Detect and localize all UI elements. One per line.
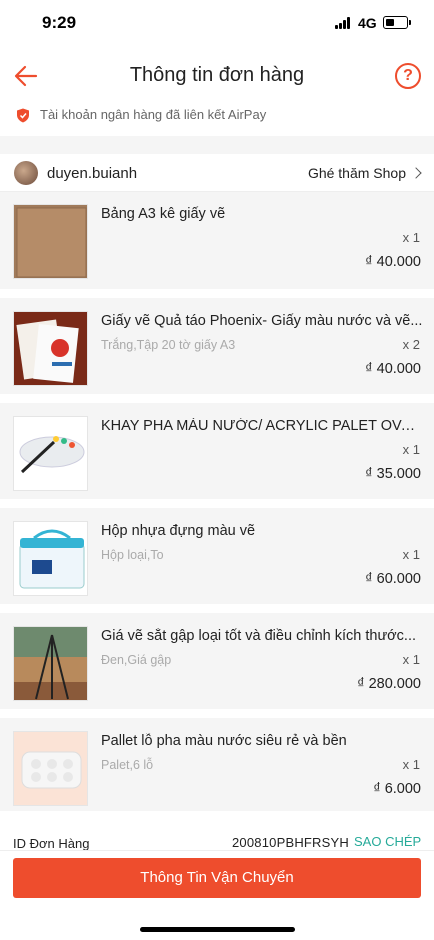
signal-icon bbox=[335, 17, 353, 29]
airpay-text: Tài khoản ngân hàng đã liên kết AirPay bbox=[40, 107, 267, 122]
bottom-action-bar: Thông Tin Vận Chuyển bbox=[0, 850, 434, 940]
visit-shop-link[interactable]: Ghé thăm Shop bbox=[307, 165, 422, 181]
divider bbox=[0, 289, 434, 298]
product-quantity: x 1 bbox=[402, 652, 420, 667]
network-type: 4G bbox=[358, 15, 377, 31]
chevron-right-icon bbox=[410, 167, 422, 179]
product-quantity: x 1 bbox=[402, 547, 420, 562]
divider bbox=[0, 604, 434, 613]
product-price: ₫ 40.000 bbox=[365, 361, 421, 377]
status-bar: 9:29 4G bbox=[0, 0, 434, 46]
product-item[interactable]: Bảng A3 kê giấy vẽ x 1 ₫ 40.000 bbox=[0, 200, 434, 290]
product-item[interactable]: KHAY PHA MÀU NƯỚC/ ACRYLIC PALET OVAL...… bbox=[0, 412, 434, 502]
copy-order-id-button[interactable]: SAO CHÉP bbox=[354, 834, 421, 849]
product-item[interactable]: Hộp nhựa đựng màu vẽ Hộp loại,To x 1 ₫ 6… bbox=[0, 517, 434, 607]
order-id-value: 200810PBHFRSYH bbox=[232, 835, 349, 850]
product-price: ₫ 40.000 bbox=[365, 254, 421, 270]
product-variant: Trắng,Tập 20 tờ giấy A3 bbox=[101, 338, 236, 352]
shield-icon bbox=[17, 108, 29, 123]
product-thumbnail bbox=[13, 416, 88, 491]
product-price: ₫ 35.000 bbox=[365, 466, 421, 482]
product-variant: Palet,6 lỗ bbox=[101, 758, 154, 772]
product-name: Giá vẽ sắt gập loại tốt và điều chỉnh kí… bbox=[101, 628, 417, 644]
product-item[interactable]: Pallet lỗ pha màu nước siêu rẻ và bền Pa… bbox=[0, 727, 434, 817]
product-thumbnail bbox=[13, 204, 88, 279]
divider bbox=[0, 811, 434, 820]
product-thumbnail bbox=[13, 731, 88, 806]
home-indicator bbox=[140, 927, 295, 932]
product-item[interactable]: Giá vẽ sắt gập loại tốt và điều chỉnh kí… bbox=[0, 622, 434, 712]
shop-avatar bbox=[14, 161, 38, 185]
visit-shop-label: Ghé thăm Shop bbox=[307, 165, 406, 181]
product-name: Bảng A3 kê giấy vẽ bbox=[101, 206, 226, 222]
product-name: Pallet lỗ pha màu nước siêu rẻ và bền bbox=[101, 733, 347, 749]
product-name: Hộp nhựa đựng màu vẽ bbox=[101, 523, 256, 539]
help-icon[interactable]: ? bbox=[395, 63, 421, 89]
shop-name: duyen.buianh bbox=[47, 165, 138, 182]
product-thumbnail bbox=[13, 311, 88, 386]
product-variant: Hộp loại,To bbox=[101, 548, 164, 562]
product-quantity: x 2 bbox=[402, 337, 420, 352]
order-id-label: ID Đơn Hàng bbox=[13, 836, 90, 851]
header: Thông tin đơn hàng ? bbox=[0, 46, 434, 104]
product-name: KHAY PHA MÀU NƯỚC/ ACRYLIC PALET OVAL... bbox=[101, 418, 423, 434]
status-time: 9:29 bbox=[42, 13, 77, 32]
product-price: ₫ 60.000 bbox=[365, 571, 421, 587]
shop-row: duyen.buianh Ghé thăm Shop bbox=[0, 154, 434, 192]
product-item[interactable]: Giấy vẽ Quả táo Phoenix- Giấy màu nước v… bbox=[0, 307, 434, 397]
product-name: Giấy vẽ Quả táo Phoenix- Giấy màu nước v… bbox=[101, 313, 423, 329]
shipping-info-button[interactable]: Thông Tin Vận Chuyển bbox=[13, 858, 421, 898]
divider bbox=[0, 499, 434, 508]
airpay-linked-row: Tài khoản ngân hàng đã liên kết AirPay bbox=[0, 104, 434, 136]
battery-icon bbox=[383, 16, 411, 29]
product-price: ₫ 6.000 bbox=[373, 781, 421, 797]
product-price: ₫ 280.000 bbox=[357, 676, 421, 692]
product-quantity: x 1 bbox=[402, 442, 420, 457]
product-quantity: x 1 bbox=[402, 757, 420, 772]
product-quantity: x 1 bbox=[402, 230, 420, 245]
product-variant: Đen,Giá gập bbox=[101, 653, 172, 667]
product-thumbnail bbox=[13, 521, 88, 596]
product-thumbnail bbox=[13, 626, 88, 701]
divider bbox=[0, 394, 434, 403]
page-title: Thông tin đơn hàng bbox=[129, 64, 305, 86]
divider bbox=[0, 709, 434, 718]
